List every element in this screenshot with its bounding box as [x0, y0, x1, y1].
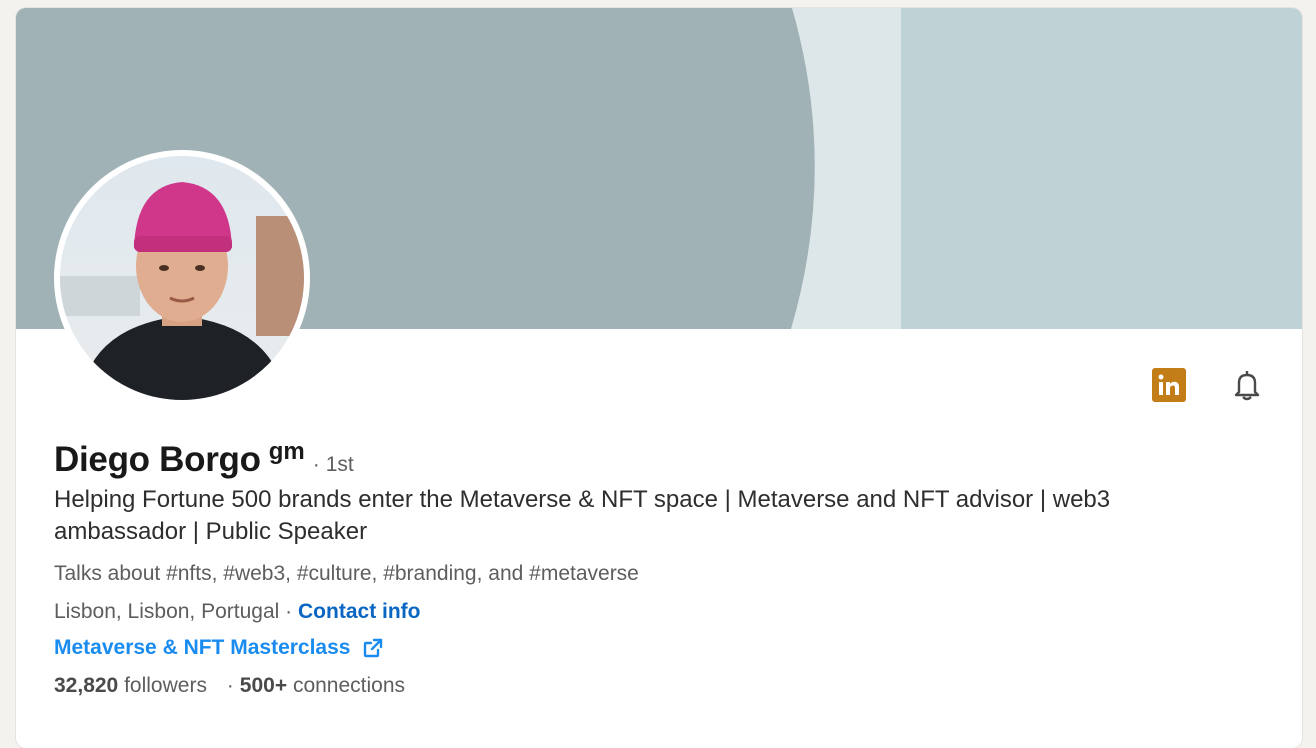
profile-location: Lisbon, Lisbon, Portugal [54, 600, 280, 623]
degree-label: 1st [325, 453, 354, 476]
location-row: Lisbon, Lisbon, Portugal · Contact info [54, 600, 1254, 624]
stats-separator: · [226, 674, 234, 697]
linkedin-glyph [1158, 374, 1179, 395]
external-link-icon [364, 638, 383, 658]
website-label: Metaverse & NFT Masterclass [54, 636, 351, 659]
website-link[interactable]: Metaverse & NFT Masterclass [54, 636, 1254, 660]
profile-pronoun: gm [268, 438, 305, 465]
followers-count[interactable]: 32,820 [54, 674, 118, 697]
name-row: Diego Borgo gm · 1st [54, 438, 1254, 480]
connection-degree: · 1st [313, 453, 354, 477]
profile-headline: Helping Fortune 500 brands enter the Met… [54, 486, 1111, 545]
location-separator: · [285, 600, 293, 623]
talks-about: Talks about #nfts, #web3, #culture, #bra… [54, 562, 639, 585]
avatar-photo [60, 156, 304, 400]
degree-separator: · [312, 453, 320, 476]
profile-card: Diego Borgo gm · 1st Helping Fortune 500 … [16, 8, 1302, 748]
profile-avatar[interactable] [54, 150, 310, 406]
network-stats: 32,820 followers · 500+ connections [54, 674, 1254, 698]
linkedin-icon[interactable] [1152, 368, 1186, 402]
connections-count[interactable]: 500+ [240, 674, 287, 697]
connections-label[interactable]: connections [293, 674, 405, 697]
followers-label[interactable]: followers [124, 674, 207, 697]
profile-name: Diego Borgo [54, 440, 261, 479]
profile-actions [1152, 368, 1264, 402]
bell-icon[interactable] [1230, 368, 1264, 402]
contact-info-link[interactable]: Contact info [298, 600, 420, 623]
profile-info: Diego Borgo gm · 1st Helping Fortune 500 … [54, 438, 1254, 698]
bell-glyph [1234, 371, 1260, 401]
